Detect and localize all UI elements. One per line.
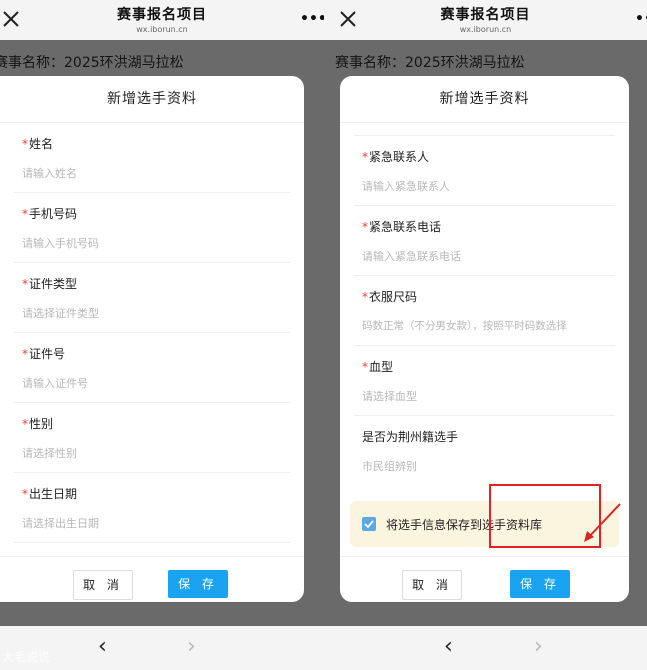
name-input[interactable]: 请输入姓名 bbox=[22, 165, 77, 181]
more-icon[interactable]: ••• bbox=[300, 11, 324, 27]
field-label: 手机号码 bbox=[29, 207, 78, 221]
field-label: 姓名 bbox=[29, 137, 54, 151]
required-mark: * bbox=[22, 207, 28, 221]
page-title: 赛事报名项目 bbox=[440, 7, 531, 23]
required-mark: * bbox=[22, 417, 28, 431]
modal-footer: 取 消 保 存 bbox=[340, 556, 629, 602]
field-emergency-contact[interactable]: *紧急联系人 请输入紧急联系人 bbox=[340, 136, 629, 206]
field-clothing-size[interactable]: *衣服尺码 码数正常（不分男女款），按照平时码数选择 bbox=[340, 276, 629, 346]
field-gender[interactable]: *性别 请选择性别 bbox=[0, 403, 304, 473]
id-number-input[interactable]: 请输入证件号 bbox=[22, 375, 88, 391]
event-name: 赛事名称：2025环洪湖马拉松 bbox=[0, 55, 184, 71]
field-label: 性别 bbox=[29, 417, 54, 431]
field-label: 证件号 bbox=[29, 347, 66, 361]
checkbox-checked-icon[interactable] bbox=[362, 517, 376, 531]
save-button[interactable]: 保 存 bbox=[168, 570, 228, 598]
required-mark: * bbox=[362, 360, 368, 374]
phone-input[interactable]: 请输入手机号码 bbox=[22, 235, 99, 251]
modal-title: 新增选手资料 bbox=[107, 91, 197, 107]
page-subtitle: wx.iborun.cn bbox=[136, 25, 188, 34]
add-player-modal: 新增选手资料 *姓名 请输入姓名 *手机号码 请输入手机号码 *证件类型 请选择… bbox=[0, 76, 304, 602]
back-arrow-icon[interactable]: ‹ bbox=[98, 634, 107, 659]
required-mark: * bbox=[362, 220, 368, 234]
emergency-contact-input[interactable]: 请输入紧急联系人 bbox=[362, 178, 450, 194]
gender-select[interactable]: 请选择性别 bbox=[22, 445, 77, 461]
top-bar: 赛事报名项目 wx.iborun.cn ••• bbox=[324, 0, 647, 40]
back-arrow-icon[interactable]: ‹ bbox=[444, 634, 453, 659]
required-mark: * bbox=[22, 137, 28, 151]
right-phone-panel: 赛事报名项目 wx.iborun.cn ••• 赛事名称：2025环洪湖马拉松 … bbox=[324, 0, 647, 670]
required-mark: * bbox=[362, 150, 368, 164]
emergency-phone-input[interactable]: 请输入紧急联系电话 bbox=[362, 248, 461, 264]
screenshot-page: 赛事报名项目 wx.iborun.cn ••• 赛事名称：2025环洪湖马拉松 … bbox=[0, 0, 647, 670]
field-jingzhou-native[interactable]: *是否为荆州籍选手 市民组辨别 bbox=[340, 416, 629, 486]
save-button[interactable]: 保 存 bbox=[510, 570, 570, 598]
cancel-button[interactable]: 取 消 bbox=[402, 570, 462, 600]
field-name[interactable]: *姓名 请输入姓名 bbox=[0, 123, 304, 193]
required-mark: * bbox=[362, 290, 368, 304]
field-id-number[interactable]: *证件号 请输入证件号 bbox=[0, 333, 304, 403]
field-label: 是否为荆州籍选手 bbox=[362, 430, 459, 444]
top-bar: 赛事报名项目 wx.iborun.cn ••• bbox=[0, 0, 324, 40]
required-mark: * bbox=[22, 347, 28, 361]
page-subtitle: wx.iborun.cn bbox=[459, 25, 512, 34]
field-birthdate[interactable]: *出生日期 请选择出生日期 bbox=[0, 473, 304, 543]
blood-type-select[interactable]: 请选择血型 bbox=[362, 388, 417, 404]
field-id-type[interactable]: *证件类型 请选择证件类型 bbox=[0, 263, 304, 333]
modal-footer: 取 消 保 存 bbox=[0, 556, 304, 602]
forward-arrow-icon[interactable]: › bbox=[534, 634, 543, 659]
form-fields: *姓名 请输入姓名 *手机号码 请输入手机号码 *证件类型 请选择证件类型 *证… bbox=[0, 123, 304, 557]
field-label: 出生日期 bbox=[29, 487, 78, 501]
jingzhou-native-select[interactable]: 市民组辨别 bbox=[362, 458, 417, 474]
watermark: 大毛说说 bbox=[2, 650, 51, 664]
event-name: 赛事名称：2025环洪湖马拉松 bbox=[335, 55, 525, 71]
more-icon[interactable]: ••• bbox=[635, 11, 647, 27]
annotation-arrow-icon bbox=[584, 503, 621, 542]
clothing-size-input[interactable]: 码数正常（不分男女款），按照平时码数选择 bbox=[362, 318, 567, 333]
field-blood-type[interactable]: *血型 请选择血型 bbox=[340, 346, 629, 416]
required-mark: * bbox=[22, 277, 28, 291]
forward-arrow-icon[interactable]: › bbox=[187, 634, 196, 659]
bottom-nav-bar: ‹ › bbox=[324, 626, 647, 670]
page-title: 赛事报名项目 bbox=[117, 7, 207, 23]
field-label: 血型 bbox=[369, 360, 394, 374]
id-type-select[interactable]: 请选择证件类型 bbox=[22, 305, 99, 321]
field-label: 紧急联系电话 bbox=[369, 220, 442, 234]
field-label: 衣服尺码 bbox=[369, 290, 418, 304]
cancel-button[interactable]: 取 消 bbox=[73, 570, 133, 600]
modal-title: 新增选手资料 bbox=[439, 91, 530, 107]
field-phone[interactable]: *手机号码 请输入手机号码 bbox=[0, 193, 304, 263]
birthdate-select[interactable]: 请选择出生日期 bbox=[22, 515, 99, 531]
left-phone-panel: 赛事报名项目 wx.iborun.cn ••• 赛事名称：2025环洪湖马拉松 … bbox=[0, 0, 324, 670]
required-mark: * bbox=[22, 487, 28, 501]
field-label: 证件类型 bbox=[29, 277, 78, 291]
field-label: 紧急联系人 bbox=[369, 150, 430, 164]
field-emergency-phone[interactable]: *紧急联系电话 请输入紧急联系电话 bbox=[340, 206, 629, 276]
